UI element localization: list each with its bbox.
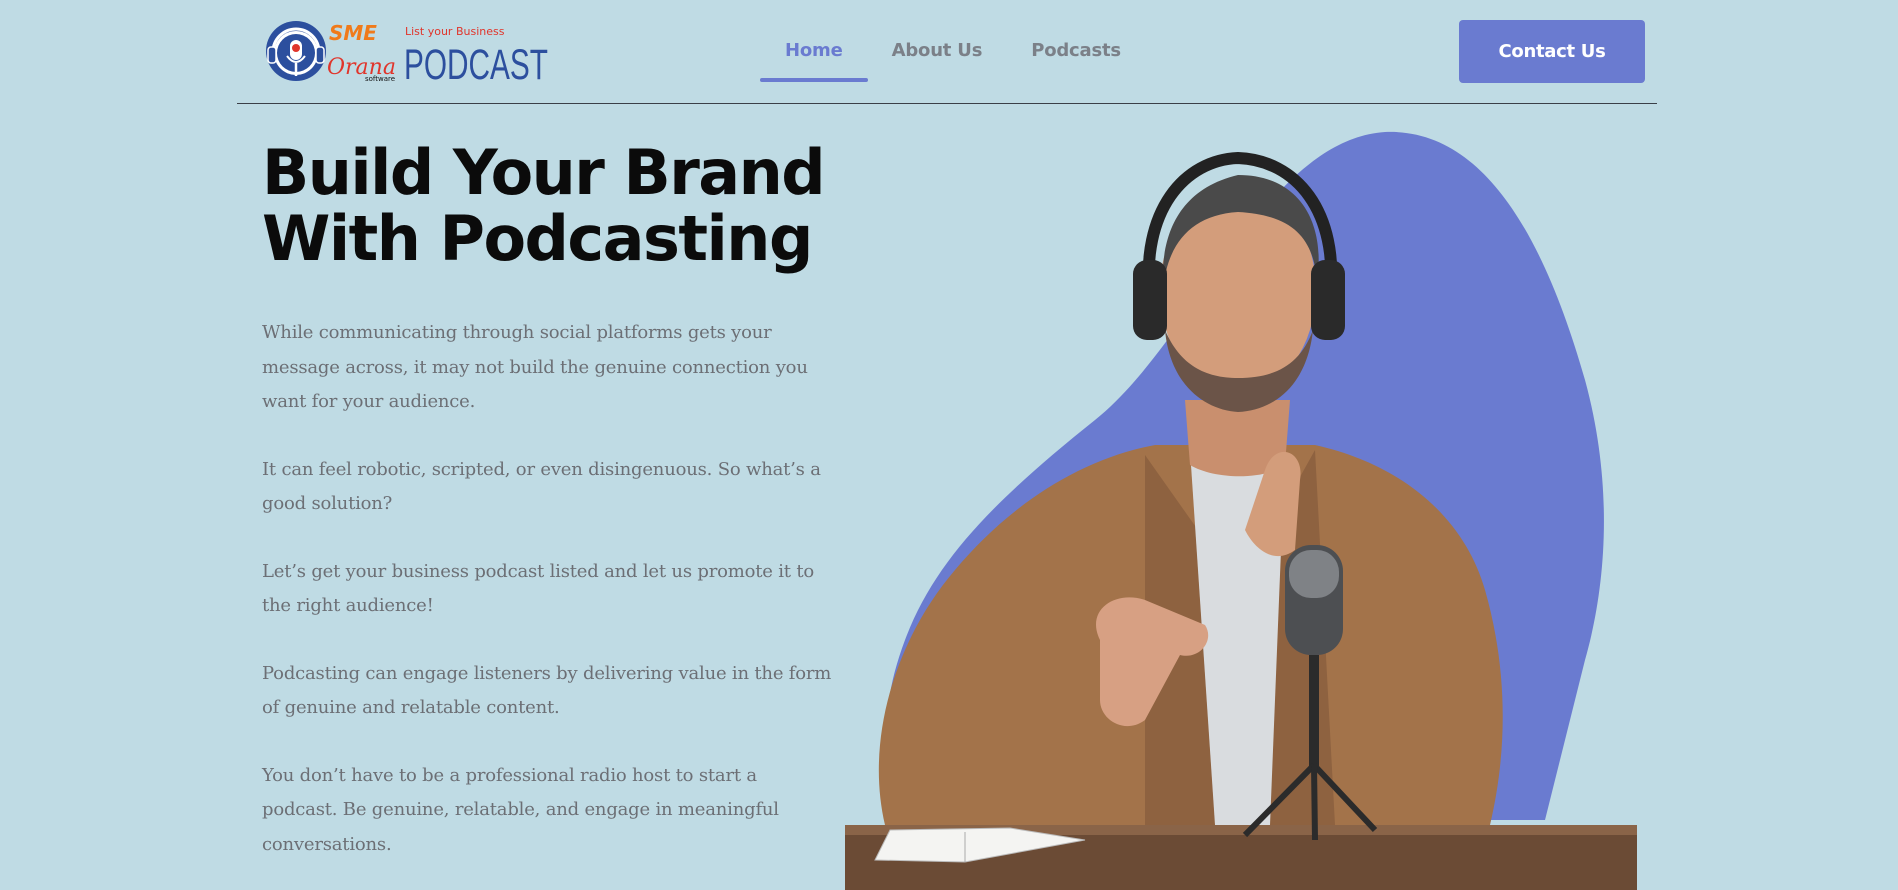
landing-page: SME List your Business Orana software PO… (0, 0, 1898, 890)
hero-title-line-2: With Podcasting (262, 202, 813, 275)
contact-us-button[interactable]: Contact Us (1459, 20, 1645, 83)
hero-paragraph-5: You don’t have to be a professional radi… (262, 764, 779, 855)
podcast-logo[interactable]: SME List your Business Orana software PO… (263, 18, 553, 84)
main-nav: Home About Us Podcasts (760, 30, 1146, 82)
logo-sme-text: SME (329, 21, 377, 45)
hero-title: Build Your Brand With Podcasting (262, 140, 862, 272)
logo-main-text: PODCAST (404, 41, 548, 84)
hero-paragraph-4: Podcasting can engage listeners by deliv… (262, 662, 832, 719)
podcaster-illustration (845, 131, 1637, 890)
nav-item-about-us[interactable]: About Us (867, 30, 1008, 72)
logo-graphic: SME List your Business Orana software PO… (266, 21, 548, 84)
hero-paragraph-2: It can feel robotic, scripted, or even d… (262, 458, 821, 515)
hero-title-line-1: Build Your Brand (262, 136, 826, 209)
logo-small-text: software (365, 75, 395, 83)
nav-item-home[interactable]: Home (760, 30, 868, 82)
site-header: SME List your Business Orana software PO… (237, 0, 1657, 104)
hero-paragraph-3: Let’s get your business podcast listed a… (262, 560, 815, 617)
nav-item-podcasts[interactable]: Podcasts (1006, 30, 1146, 72)
hero-description: While communicating through social platf… (262, 316, 832, 890)
logo-tagline: List your Business (405, 25, 505, 38)
hero-paragraph-1: While communicating through social platf… (262, 322, 808, 412)
podcaster-image (845, 120, 1637, 890)
